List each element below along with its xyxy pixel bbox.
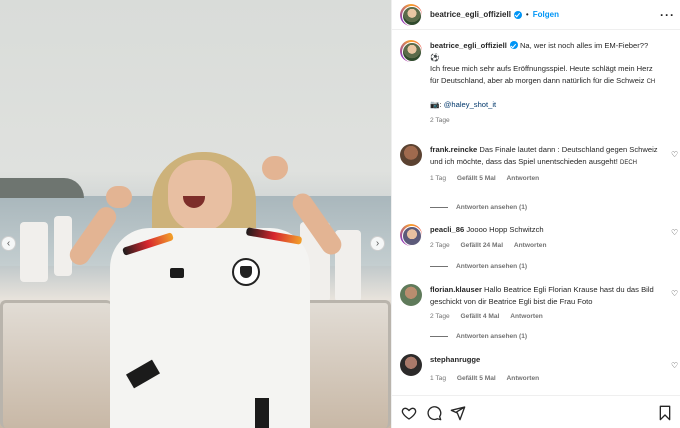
view-replies-button[interactable]: Antworten ansehen (1) [430,204,527,211]
comment-likes[interactable]: Gefällt 24 Mal [461,242,504,249]
post-time[interactable]: 2 Tage [430,117,450,124]
view-replies-button[interactable]: Antworten ansehen (1) [430,263,527,270]
verified-badge-icon [509,41,518,49]
caption: beatrice_egli_offiziell Na, wer ist noch… [400,40,670,126]
comment-username[interactable]: peacli_86 [430,225,464,234]
avatar[interactable] [400,144,422,166]
chevron-right-icon: › [375,238,380,249]
caption-line1: Na, wer ist noch alles im EM-Fieber?? [519,41,649,50]
reply-button[interactable]: Antworten [510,313,543,320]
avatar[interactable] [400,284,422,306]
comment-text-suffix: Hopp Schwitzch [489,225,544,234]
comment: peacli_86 Joooo Hopp Schwitzch 2 Tage Ge… [400,224,670,251]
caption-username[interactable]: beatrice_egli_offiziell [430,41,507,50]
comment-likes[interactable]: Gefällt 4 Mal [461,313,500,320]
follow-button[interactable]: Folgen [533,10,559,19]
heart-icon[interactable]: ♡ [671,362,679,370]
caption-body: Ich freue mich sehr aufs Eröffnungsspiel… [430,64,653,85]
post-panel: beatrice_egli_offiziell • Folgen ··· bea… [391,0,680,428]
comments-list[interactable]: beatrice_egli_offiziell Na, wer ist noch… [392,31,680,391]
username[interactable]: beatrice_egli_offiziell [430,10,511,19]
swiss-flag-icon: CH [646,78,656,85]
umbrella [20,222,48,282]
divider [430,336,448,337]
railing [0,300,112,428]
view-replies-label: Antworten ansehen (1) [456,333,528,340]
divider [430,266,448,267]
avatar[interactable] [400,3,422,26]
jersey-detail [255,398,269,428]
bookmark-icon[interactable] [657,405,673,421]
prev-photo-button[interactable]: ‹ [1,236,16,251]
dfb-crest [232,258,260,286]
reply-button[interactable]: Antworten [514,242,547,249]
comment-time[interactable]: 2 Tage [430,313,450,320]
comment-text: Joooo [466,225,488,234]
more-options-icon[interactable]: ··· [660,8,675,22]
separator: • [525,10,529,19]
view-replies-label: Antworten ansehen (1) [456,204,528,211]
comment: stephanrugge 1 Tag Gefällt 5 Mal Antwort… [400,354,670,384]
photographer-link[interactable]: @haley_shot_it [444,100,496,109]
comment-time[interactable]: 2 Tage [430,242,450,249]
umbrella [54,216,72,276]
adidas-logo [170,268,184,278]
comment-likes[interactable]: Gefällt 5 Mal [457,375,496,382]
view-replies-label: Antworten ansehen (1) [456,263,528,270]
person-fist [262,156,288,180]
post-photo[interactable]: ‹ › [0,0,391,428]
reply-button[interactable]: Antworten [507,375,540,382]
heart-icon[interactable]: ♡ [671,229,679,237]
comment: frank.reincke Das Finale lautet dann : D… [400,144,670,185]
post-actions [392,395,680,428]
hill-background [0,178,84,198]
comment-username[interactable]: frank.reincke [430,145,477,154]
comment: florian.klauser Hallo Beatrice Egli Flor… [400,284,670,323]
divider [430,207,448,208]
share-icon[interactable] [450,405,466,421]
heart-icon[interactable]: ♡ [671,151,679,159]
heart-icon[interactable]: ♡ [671,290,679,298]
jersey [110,228,310,428]
verified-badge-icon [513,10,522,19]
flag-de-ch-icon: DECH [620,159,638,166]
comment-time[interactable]: 1 Tag [430,375,446,382]
railing [296,300,391,428]
view-replies-button[interactable]: Antworten ansehen (1) [430,333,527,340]
heart-icon[interactable] [401,405,417,421]
person-fist [106,186,132,208]
chevron-left-icon: ‹ [6,238,11,249]
comment-likes[interactable]: Gefällt 5 Mal [457,175,496,182]
comment-icon[interactable] [426,405,442,421]
comment-username[interactable]: florian.klauser [430,285,482,294]
reply-button[interactable]: Antworten [507,175,540,182]
comment-username[interactable]: stephanrugge [430,355,480,364]
avatar[interactable] [400,354,422,376]
caption-text: beatrice_egli_offiziell Na, wer ist noch… [430,40,662,126]
soccer-emoji: ⚽ [430,52,440,62]
comment-time[interactable]: 1 Tag [430,175,446,182]
avatar[interactable] [400,40,422,62]
post-header: beatrice_egli_offiziell • Folgen ··· [392,0,680,30]
next-photo-button[interactable]: › [370,236,385,251]
avatar[interactable] [400,224,422,246]
